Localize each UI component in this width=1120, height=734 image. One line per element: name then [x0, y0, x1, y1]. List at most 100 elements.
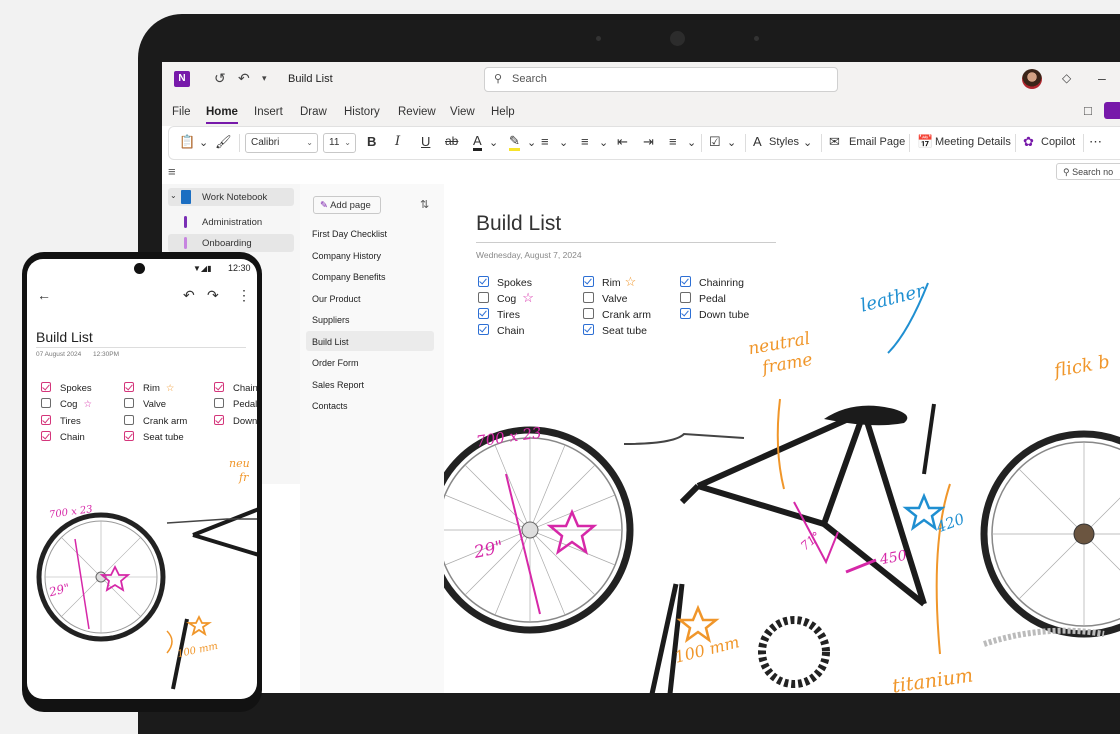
page-item[interactable]: Company History [312, 251, 381, 261]
search-box[interactable]: ⚲ Search [484, 67, 838, 92]
avatar[interactable] [1022, 69, 1042, 89]
highlight-chevron-icon[interactable]: ⌄ [527, 136, 536, 149]
phone-annotation-neu: neu [229, 457, 250, 470]
phone-crank-arrow [166, 630, 173, 654]
italic-button[interactable]: I [395, 134, 400, 149]
bullets-icon[interactable]: ≡ [541, 134, 549, 149]
add-page-button[interactable]: ✎ Add page [313, 196, 381, 214]
notebook-name: Work Notebook [202, 192, 268, 203]
tag-chevron-icon[interactable]: ⌄ [727, 136, 736, 149]
minimize-icon[interactable]: – [1098, 70, 1106, 86]
title-bar: N ↺ ↶ ▾ Build List ⚲ Search ◇ – [162, 62, 1120, 96]
page-item-selected[interactable]: Build List [312, 337, 349, 347]
menu-help[interactable]: Help [491, 106, 515, 118]
numbering-icon[interactable]: ≡ [581, 134, 589, 149]
sort-icon[interactable]: ⇅ [420, 198, 429, 211]
chevron-down-icon[interactable]: ▾ [262, 73, 267, 84]
page-search-box[interactable]: ⚲ Search no [1056, 163, 1120, 180]
paste-icon[interactable]: 📋 [179, 134, 195, 150]
underline-button[interactable]: U [421, 134, 430, 149]
menu-draw[interactable]: Draw [300, 106, 327, 118]
copilot-icon[interactable]: ✿ [1023, 134, 1034, 150]
highlight-icon[interactable]: ✎ [509, 134, 520, 151]
menu-bar: File Home Insert Draw History Review Vie… [162, 96, 1120, 126]
seat-post [922, 403, 936, 475]
phone-bike-frame [171, 507, 257, 690]
ribbon-toolbar: 📋 ⌄ 🖌 Calibri ⌄ 11 ⌄ B I U ab A ⌄ ✎ ⌄ ≡ ⌄ … [168, 126, 1120, 160]
styles-chevron-icon[interactable]: ⌄ [803, 136, 812, 149]
phone-front-wheel [36, 512, 166, 642]
page-item[interactable]: Suppliers [312, 315, 350, 325]
nav-strip: ≡ ⚲ Search no [162, 162, 1120, 184]
styles-icon[interactable]: A [753, 134, 762, 149]
menu-history[interactable]: History [344, 106, 380, 118]
menu-home[interactable]: Home [206, 106, 238, 124]
pages-pane: ✎ Add page ⇅ First Day Checklist Company… [300, 184, 444, 693]
window-title: Build List [288, 73, 333, 85]
menu-insert[interactable]: Insert [254, 106, 283, 118]
note-canvas[interactable]: Build List Wednesday, August 7, 2024 Spo… [444, 184, 1120, 693]
chainring [758, 616, 830, 688]
styles-button[interactable]: Styles [769, 136, 799, 148]
brake-cable [623, 432, 745, 445]
onenote-app-icon[interactable]: N [174, 71, 190, 87]
section-color-bar [184, 237, 187, 249]
font-name-select[interactable]: Calibri ⌄ [245, 133, 318, 153]
phone-screen: ▼◢▮ 12:30 ← ↶ ↷ ⋮ Build List 07 August 2… [27, 259, 257, 699]
hamburger-icon[interactable]: ≡ [168, 164, 176, 179]
phone-device: ▼◢▮ 12:30 ← ↶ ↷ ⋮ Build List 07 August 2… [22, 252, 262, 712]
page-item[interactable]: First Day Checklist [312, 229, 387, 239]
font-color-chevron-icon[interactable]: ⌄ [489, 136, 498, 149]
align-chevron-icon[interactable]: ⌄ [687, 136, 696, 149]
bold-button[interactable]: B [367, 134, 376, 149]
search-placeholder: Search [512, 73, 547, 85]
back-icon[interactable]: ↺ [214, 70, 226, 87]
menu-view[interactable]: View [450, 106, 475, 118]
font-size-select[interactable]: 11 ⌄ [323, 133, 356, 153]
onenote-window: N ↺ ↶ ▾ Build List ⚲ Search ◇ – File Hom… [162, 62, 1120, 693]
section-label: Onboarding [202, 238, 252, 249]
bullets-chevron-icon[interactable]: ⌄ [559, 136, 568, 149]
font-color-icon[interactable]: A [473, 134, 482, 151]
page-item[interactable]: Order Form [312, 358, 359, 368]
numbering-chevron-icon[interactable]: ⌄ [599, 136, 608, 149]
notebook-icon [181, 190, 191, 204]
phone-star-doodle-orange [186, 614, 212, 637]
notebook-header[interactable]: ⌄ Work Notebook [168, 188, 294, 206]
meeting-details-button[interactable]: Meeting Details [935, 136, 1011, 148]
calendar-icon[interactable]: 📅 [917, 134, 933, 150]
section-onboarding[interactable]: Onboarding [168, 234, 294, 252]
section-color-bar [184, 216, 187, 228]
email-page-button[interactable]: Email Page [849, 136, 905, 148]
sticky-note-icon[interactable]: □ [1084, 103, 1092, 118]
page-search-placeholder: Search no [1072, 167, 1114, 177]
diamond-icon[interactable]: ◇ [1062, 71, 1071, 85]
phone-bike-illustration [36, 507, 257, 690]
chevron-down-icon: ⌄ [170, 191, 177, 200]
font-size-value: 11 [329, 137, 340, 148]
strikethrough-button[interactable]: ab [445, 134, 458, 148]
tag-checkbox-icon[interactable]: ☑ [709, 134, 721, 150]
page-item[interactable]: Company Benefits [312, 272, 386, 282]
outdent-icon[interactable]: ⇤ [617, 134, 628, 150]
rear-wheel [980, 430, 1120, 638]
format-painter-icon[interactable]: 🖌 [215, 134, 232, 150]
fork [649, 583, 685, 693]
section-label: Administration [202, 217, 263, 228]
menu-file[interactable]: File [172, 106, 191, 118]
undo-icon[interactable]: ↶ [238, 70, 250, 87]
more-options-icon[interactable]: ⋯ [1089, 134, 1102, 150]
copilot-button[interactable]: Copilot [1041, 136, 1075, 148]
email-icon[interactable]: ✉ [829, 134, 840, 150]
page-item[interactable]: Contacts [312, 401, 348, 411]
indent-icon[interactable]: ⇥ [643, 134, 654, 150]
add-page-label: Add page [330, 200, 371, 211]
share-icon[interactable] [1104, 102, 1120, 119]
paste-chevron-icon[interactable]: ⌄ [199, 136, 208, 149]
page-item[interactable]: Sales Report [312, 380, 364, 390]
page-item[interactable]: Our Product [312, 294, 361, 304]
section-administration[interactable]: Administration [184, 213, 294, 231]
menu-review[interactable]: Review [398, 106, 436, 118]
bike-frame [679, 409, 927, 607]
align-icon[interactable]: ≡ [669, 134, 677, 149]
